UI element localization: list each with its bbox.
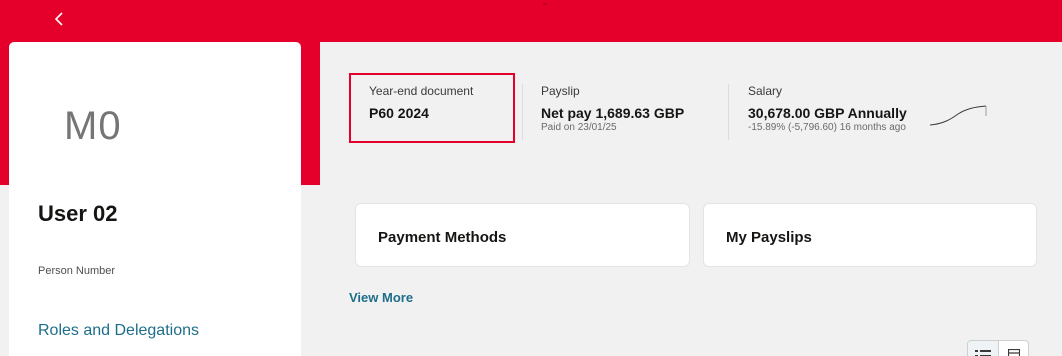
- list-view-button[interactable]: [968, 341, 998, 356]
- view-toggle: [967, 340, 1029, 356]
- salary-label: Salary: [748, 84, 783, 98]
- person-number-label: Person Number: [38, 265, 116, 277]
- payslip-label: Payslip: [541, 84, 580, 98]
- payslip-paid-date: Paid on 23/01/25: [541, 122, 617, 133]
- back-button[interactable]: [48, 8, 70, 30]
- header-band: [0, 0, 1062, 42]
- year-end-document-metric[interactable]: Year-end document P60 2024: [369, 84, 473, 121]
- roles-and-delegations-link[interactable]: Roles and Delegations: [38, 322, 199, 340]
- salary-change: -15.89% (-5,796.60) 16 months ago: [748, 122, 906, 133]
- list-view-icon: [975, 350, 991, 356]
- payment-methods-tile[interactable]: Payment Methods: [355, 203, 690, 267]
- my-payslips-title: My Payslips: [726, 229, 812, 246]
- card-view-icon: [1007, 349, 1020, 356]
- metric-divider: [728, 84, 729, 140]
- view-more-link[interactable]: View More: [349, 290, 413, 305]
- user-name: User 02: [38, 201, 118, 226]
- profile-card: [9, 42, 301, 356]
- sparkline-trend-icon: [929, 105, 987, 126]
- payment-methods-title: Payment Methods: [378, 229, 507, 246]
- avatar-initials: M0: [64, 104, 122, 148]
- header-decoration: [543, 3, 546, 5]
- my-payslips-tile[interactable]: My Payslips: [703, 203, 1037, 267]
- payslip-value[interactable]: Net pay 1,689.63 GBP: [541, 105, 684, 121]
- chevron-left-icon: [54, 12, 63, 26]
- salary-metric[interactable]: Salary 30,678.00 GBP Annually -15.89% (-…: [748, 84, 907, 133]
- year-end-value[interactable]: P60 2024: [369, 105, 473, 121]
- metric-divider: [522, 84, 523, 140]
- salary-value[interactable]: 30,678.00 GBP Annually: [748, 105, 907, 121]
- card-view-button[interactable]: [998, 341, 1028, 356]
- payslip-metric[interactable]: Payslip Net pay 1,689.63 GBP Paid on 23/…: [541, 84, 684, 133]
- year-end-label: Year-end document: [369, 84, 474, 98]
